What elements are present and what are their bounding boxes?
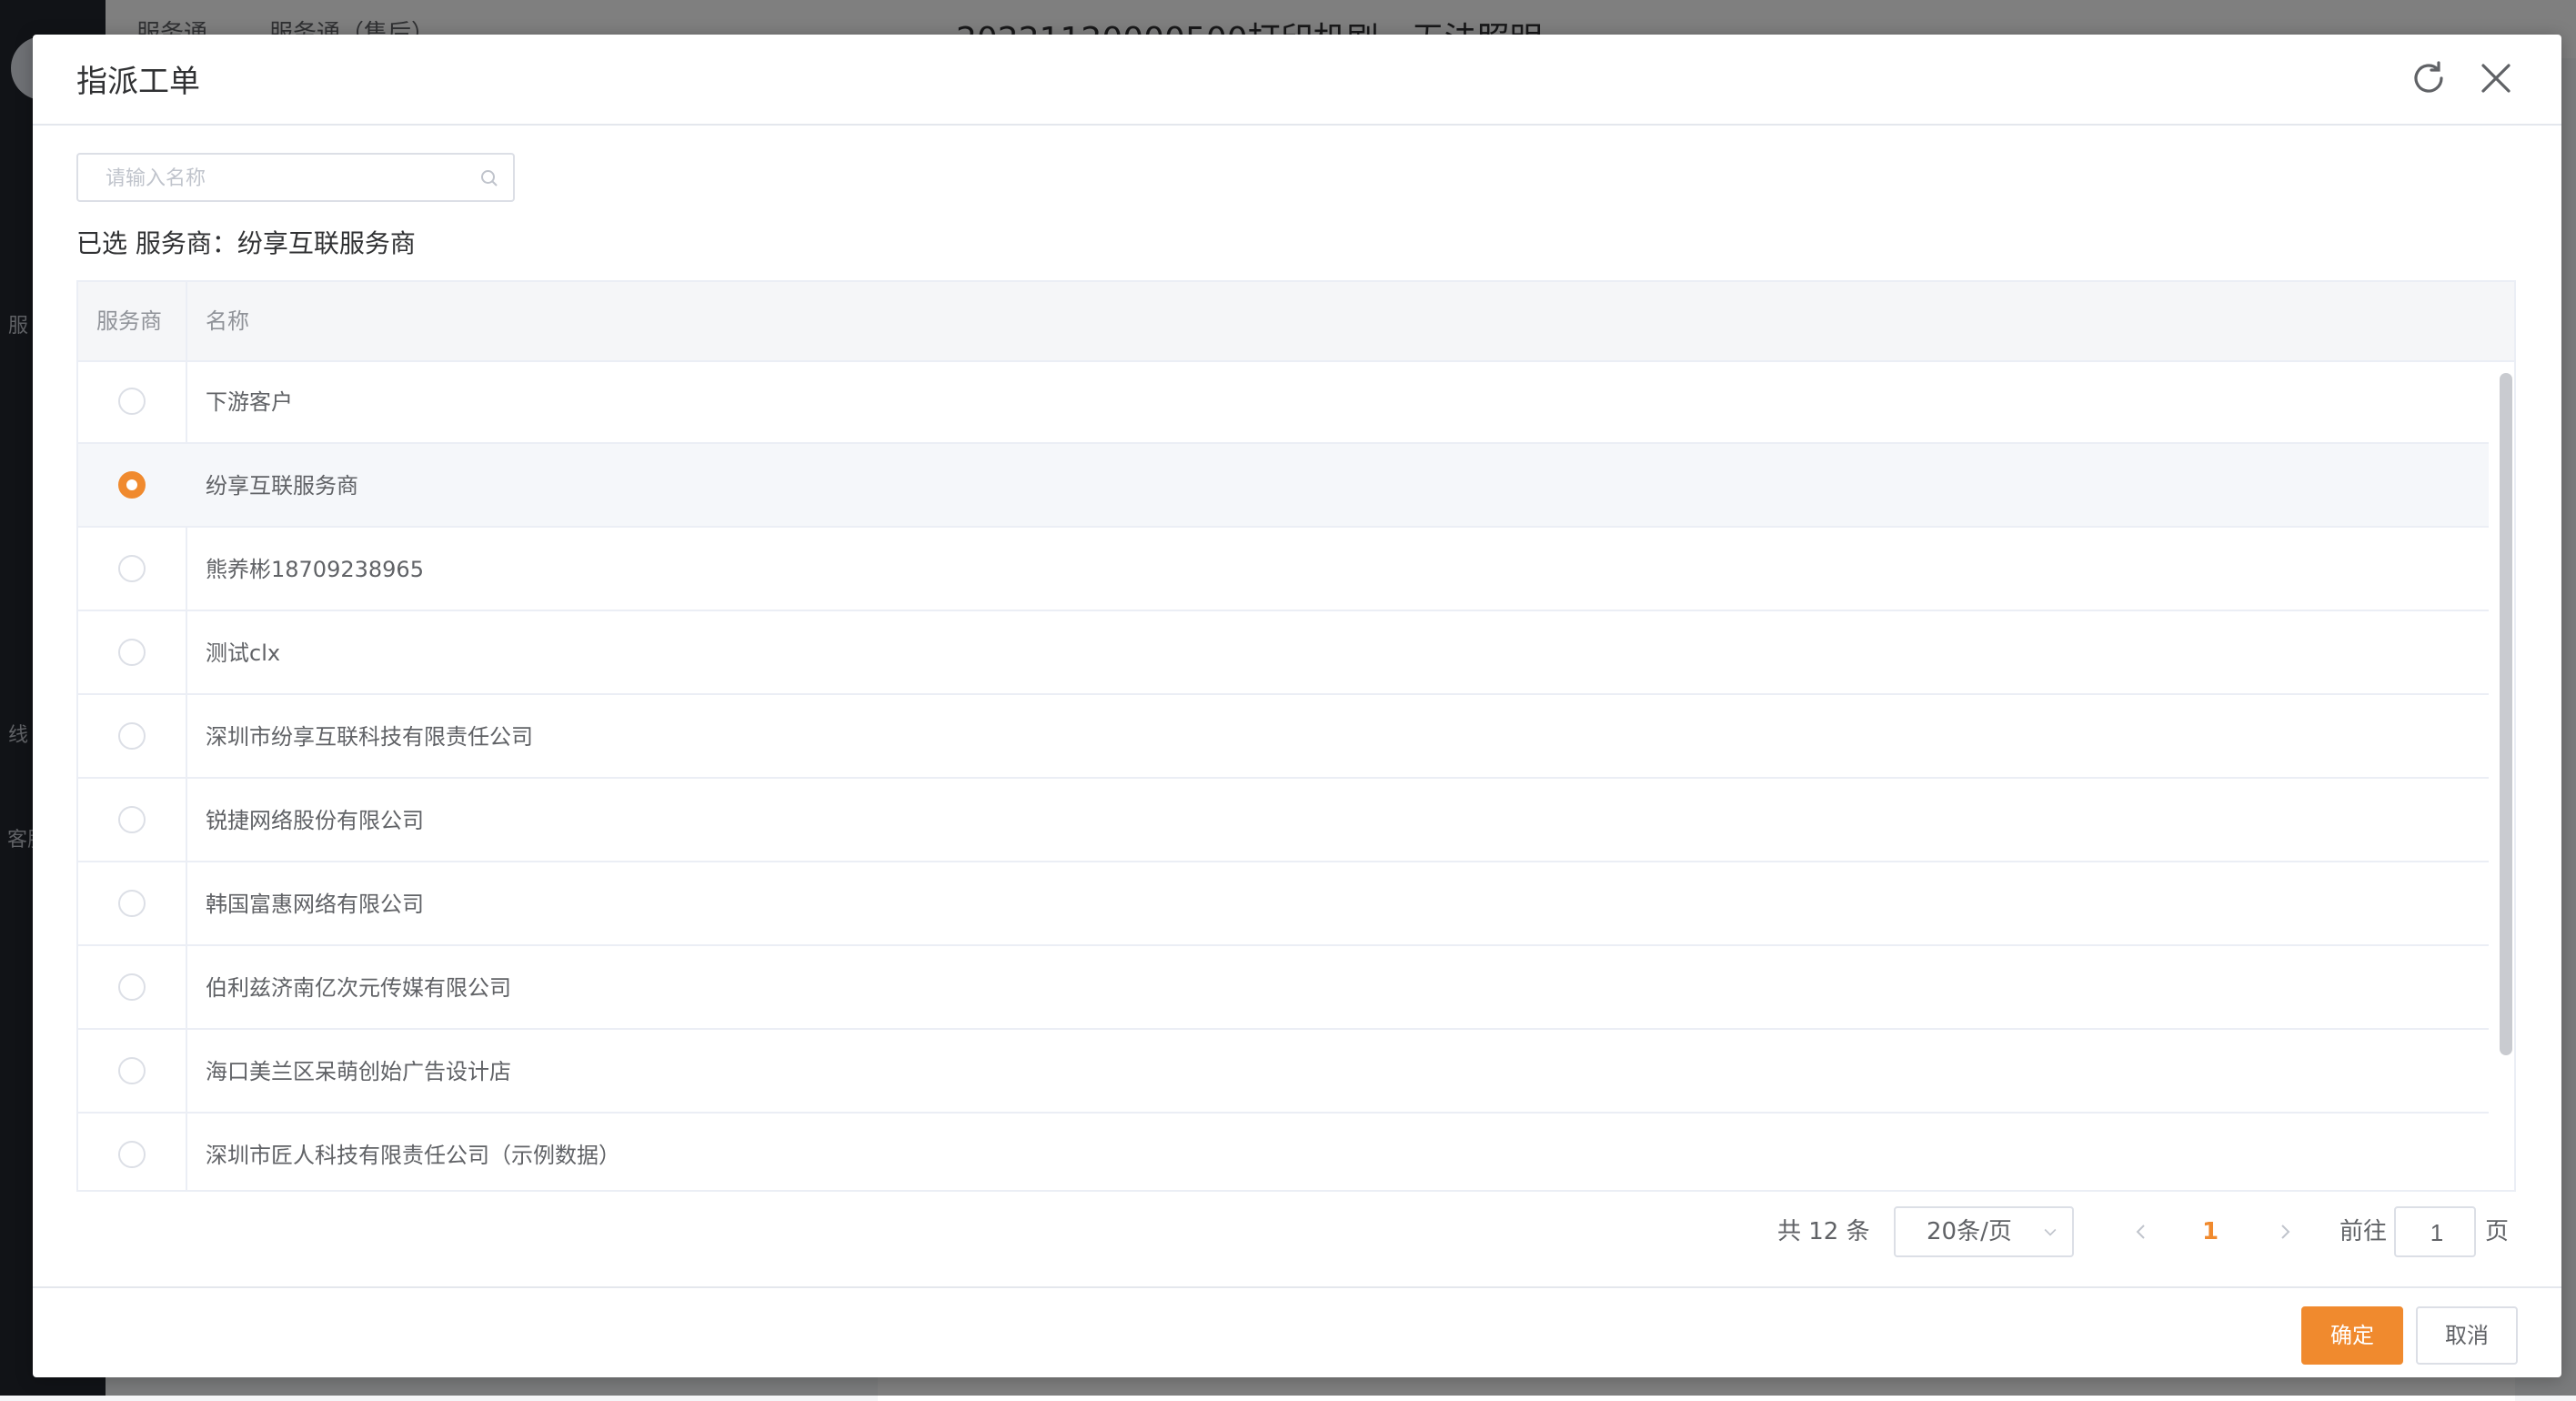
page-size-value: 20条/页 <box>1927 1218 2012 1245</box>
provider-name: 测试clx <box>206 640 281 666</box>
provider-name: 锐捷网络股份有限公司 <box>206 808 424 833</box>
dialog-title: 指派工单 <box>76 64 200 100</box>
row-radio[interactable] <box>118 722 146 750</box>
search-icon[interactable] <box>478 167 500 189</box>
goto-suffix: 页 <box>2485 1218 2510 1245</box>
chevron-down-icon <box>2044 1228 2057 1236</box>
chevron-left-icon <box>2136 1225 2145 1239</box>
table-row[interactable]: 伯利兹济南亿次元传媒有限公司 <box>78 946 2489 1030</box>
assign-ticket-dialog: 指派工单 已选 服务商：纷享互联服务商 服务商 名称 下游客户纷享互联服务商熊养… <box>33 35 2561 1377</box>
goto-page-field <box>2394 1206 2478 1257</box>
provider-name: 深圳市匠人科技有限责任公司（示例数据） <box>206 1143 620 1168</box>
pagination-total: 共 12 条 <box>1777 1218 1870 1245</box>
table-row[interactable]: 熊养彬18709238965 <box>78 528 2489 611</box>
row-radio[interactable] <box>118 890 146 917</box>
chevron-right-icon <box>2281 1225 2290 1239</box>
table-body: 下游客户纷享互联服务商熊养彬18709238965 测试clx 深圳市纷享互联科技有… <box>78 360 2489 1190</box>
provider-name: 伯利兹济南亿次元传媒有限公司 <box>206 975 511 1001</box>
row-radio[interactable] <box>118 1141 146 1168</box>
selected-provider-label: 已选 服务商：纷享互联服务商 <box>76 228 416 258</box>
cancel-button[interactable]: 取消 <box>2416 1306 2518 1365</box>
search-input[interactable] <box>78 155 489 202</box>
column-header-name: 名称 <box>206 308 249 334</box>
row-radio[interactable] <box>118 806 146 833</box>
goto-page-input[interactable] <box>2396 1208 2478 1257</box>
provider-name: 韩国富惠网络有限公司 <box>206 892 424 917</box>
table-row[interactable]: 海口美兰区呆萌创始广告设计店 <box>78 1030 2489 1114</box>
next-page-button[interactable] <box>2267 1206 2303 1257</box>
table-row[interactable]: 锐捷网络股份有限公司 <box>78 779 2489 862</box>
row-radio[interactable] <box>118 388 146 415</box>
footer-divider <box>33 1286 2561 1288</box>
provider-table: 服务商 名称 下游客户纷享互联服务商熊养彬18709238965 测试clx 深圳市… <box>76 280 2516 1192</box>
table-row[interactable]: 纷享互联服务商 <box>78 444 2489 528</box>
row-radio[interactable] <box>118 555 146 582</box>
table-row[interactable]: 测试clx <box>78 611 2489 695</box>
provider-name: 海口美兰区呆萌创始广告设计店 <box>206 1059 511 1084</box>
dialog-header: 指派工单 <box>33 35 2561 126</box>
row-radio[interactable] <box>118 639 146 666</box>
search-box <box>76 153 515 202</box>
confirm-button[interactable]: 确定 <box>2301 1306 2403 1365</box>
table-row[interactable]: 韩国富惠网络有限公司 <box>78 862 2489 946</box>
close-icon[interactable] <box>2474 56 2518 100</box>
provider-name: 熊养彬18709238965 <box>206 557 424 582</box>
provider-name: 下游客户 <box>206 389 293 415</box>
prev-page-button[interactable] <box>2123 1206 2159 1257</box>
goto-label: 前往 <box>2340 1218 2388 1245</box>
page-number-current[interactable]: 1 <box>2192 1206 2229 1257</box>
row-radio[interactable] <box>118 1057 146 1084</box>
row-radio[interactable] <box>118 471 146 499</box>
scrollbar-thumb[interactable] <box>2500 373 2512 1055</box>
table-row[interactable]: 深圳市匠人科技有限责任公司（示例数据） <box>78 1114 2489 1190</box>
scrollbar[interactable] <box>2492 360 2514 1190</box>
column-header-provider: 服务商 <box>96 308 162 334</box>
table-row[interactable]: 下游客户 <box>78 360 2489 444</box>
provider-name: 纷享互联服务商 <box>206 473 358 499</box>
refresh-icon[interactable] <box>2407 56 2450 100</box>
table-row[interactable]: 深圳市纷享互联科技有限责任公司 <box>78 695 2489 779</box>
provider-name: 深圳市纷享互联科技有限责任公司 <box>206 724 533 750</box>
table-header: 服务商 名称 <box>78 282 2514 362</box>
page-size-select[interactable]: 20条/页 <box>1894 1206 2074 1257</box>
row-radio[interactable] <box>118 973 146 1001</box>
